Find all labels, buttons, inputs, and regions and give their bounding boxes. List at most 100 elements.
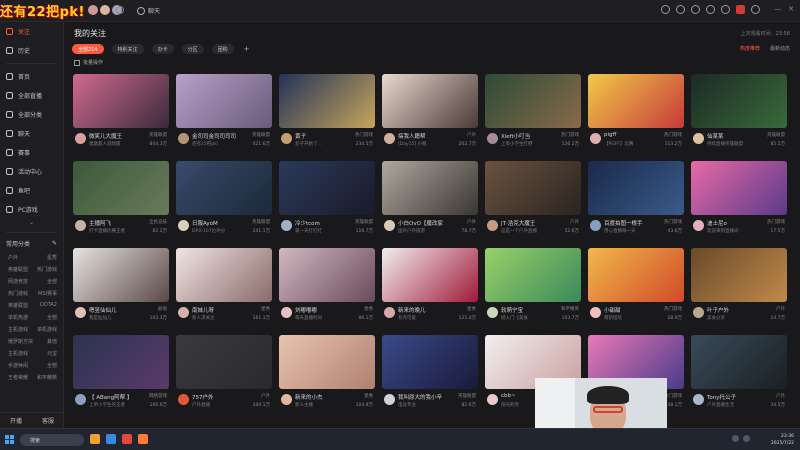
streamer-name[interactable]: 仙某某 [707,132,757,140]
streamer-name[interactable]: 嗯昱仙仙儿 [89,306,139,314]
stream-thumbnail[interactable] [588,161,684,215]
stream-card[interactable]: 主播阿飞 全民竞技 打卡直播比赛王者 82.2万 [73,161,169,242]
sort-hot[interactable]: 热度推荐 [740,45,760,52]
douyu-icon[interactable] [138,434,148,444]
streamer-avatar[interactable] [384,133,395,144]
stream-thumbnail[interactable] [176,335,272,389]
subcategory-item[interactable]: 王者荣耀 [8,374,28,381]
stream-card[interactable]: 小白OvO【魔改家 户外 国外户外旅游 78.7万 [382,161,478,242]
subcategory-item[interactable]: 主机游戏 [8,326,28,333]
stream-thumbnail[interactable] [279,161,375,215]
subcategory-item[interactable]: 单机热游 [8,314,28,321]
message-icon[interactable] [691,5,700,14]
taskbar-search[interactable]: 搜索 [20,434,84,446]
stream-card[interactable]: 软萌宁宝 和平精英 刚入门【美食 103.7万 [485,248,581,329]
streamer-avatar[interactable] [487,220,498,231]
subcategory-item[interactable]: 英雄联盟 [8,302,28,309]
settings-icon[interactable] [721,5,730,14]
gift-icon[interactable] [736,5,745,14]
filter-zone[interactable]: 分区 [181,44,204,54]
stream-card[interactable]: 我叫原大的我小辛 英雄联盟 电竞专业 82.6万 [382,335,478,416]
subcategory-item[interactable]: 星秀 [47,254,57,261]
streamer-avatar[interactable] [178,133,189,144]
edit-icon[interactable]: ✎ [52,240,57,247]
stream-thumbnail[interactable] [73,74,169,128]
subcategory-item[interactable]: 全部 [47,362,57,369]
subcategory-item[interactable]: 英雄联盟 [8,266,28,273]
chevron-down-icon[interactable]: ⌄ [0,219,63,229]
stream-card[interactable]: 搞我人籍帮 户外 [Day15] 小瓶 203.7万 [382,74,478,155]
stream-thumbnail[interactable] [176,161,272,215]
heart-icon[interactable] [676,5,685,14]
streamer-avatar[interactable] [178,307,189,318]
sidebar-item-history[interactable]: 历史 [0,41,63,60]
streamer-avatar[interactable] [693,307,704,318]
streamer-name[interactable]: 搞我人籍帮 [398,132,448,140]
streamer-name[interactable]: 【 ABang阿帮 】 [89,393,139,401]
streamer-avatar[interactable] [281,394,292,405]
stream-card[interactable]: 冷少tcom 英雄联盟 第一天打打打 119.7万 [279,161,375,242]
subcategory-item[interactable]: DOTA2 [40,302,57,308]
stream-thumbnail[interactable] [588,248,684,302]
streamer-name[interactable]: 我叫原大的我小辛 [398,393,448,401]
subcategory-item[interactable]: 元宝 [47,350,57,357]
streamer-name[interactable]: 微笑儿大魔王 [89,132,139,140]
stream-card[interactable]: 日服AyoM 英雄联盟 DRX-107位冲分 241.1万 [176,161,272,242]
filter-card[interactable]: 办卡 [151,44,174,54]
streamer-avatar[interactable] [75,307,86,318]
sidebar-item-all-categories[interactable]: 全部分类 [0,105,63,124]
stream-thumbnail[interactable] [176,74,272,128]
user-avatar-icon[interactable] [751,5,760,14]
streamer-name[interactable]: 金司司金司司司司 [192,132,242,140]
stream-thumbnail[interactable] [382,161,478,215]
browser-icon[interactable] [106,434,116,444]
sidebar-item-events[interactable]: 赛事 [0,143,63,162]
minimize-icon[interactable]: — [774,5,781,13]
stream-thumbnail[interactable] [485,248,581,302]
close-icon[interactable]: ✕ [788,5,794,13]
sort-latest[interactable]: 最新动态 [770,45,790,52]
sidebar-item-yuba[interactable]: 鱼吧 [0,181,63,200]
stream-thumbnail[interactable] [485,161,581,215]
stream-card[interactable]: JT·浩克大魔王 户外 这是一个户外直播 52.6万 [485,161,581,242]
streamer-avatar[interactable] [75,133,86,144]
stream-card[interactable]: 刘嘟嘟嘟 星秀 每天直播时间 86.1万 [279,248,375,329]
network-icon[interactable] [732,435,739,442]
sidebar-item-chat[interactable]: 聊天 [0,124,63,143]
stream-card[interactable]: 南妹儿呀 星秀 新人求关注 161.1万 [176,248,272,329]
streamer-name[interactable]: 小甜甜 [604,306,654,314]
streamer-name[interactable]: 百度拍图一根手 [604,219,654,227]
streamer-avatar[interactable] [281,133,292,144]
stream-card[interactable]: 新来的晚儿 星秀 有点可爱 125.0万 [382,248,478,329]
stream-card[interactable]: 叶子户外 户外 美食分享 14.7万 [691,248,787,329]
streamer-name[interactable]: 南妹儿呀 [192,306,242,314]
folder-icon[interactable] [90,434,100,444]
stream-thumbnail[interactable] [382,248,478,302]
sidebar-item-pc-games[interactable]: PC游戏 [0,200,63,219]
streamer-name[interactable]: 主播阿飞 [89,219,139,227]
stream-thumbnail[interactable] [691,248,787,302]
stream-card[interactable]: Xieft小叮当 热门游戏 上单小学生打野 126.2万 [485,74,581,155]
streamer-avatar[interactable] [693,133,704,144]
stream-thumbnail[interactable] [73,248,169,302]
streamer-avatar[interactable] [178,220,189,231]
stream-thumbnail[interactable] [279,335,375,389]
stream-card[interactable]: 微笑儿大魔王 英雄联盟 唱歌超人说唱版 844.3万 [73,74,169,155]
stream-thumbnail[interactable] [588,74,684,128]
streamer-avatar[interactable] [487,133,498,144]
streamer-name[interactable]: 迪士尼o [707,219,757,227]
subcategory-item[interactable]: 其他 [47,338,57,345]
support-button[interactable]: 客服 [42,416,54,425]
search-icon[interactable] [116,6,124,14]
go-live-button[interactable]: 开播 [10,416,22,425]
stream-card[interactable]: 仙某某 英雄联盟 持续直播英雄联盟 85.5万 [691,74,787,155]
streamer-avatar[interactable] [75,220,86,231]
stream-card[interactable]: 金司司金司司司司 英雄联盟 还有22把pk! 421.6万 [176,74,272,155]
streamer-avatar[interactable] [178,394,189,405]
add-filter-button[interactable]: + [242,44,252,54]
stream-thumbnail[interactable] [73,335,169,389]
streamer-name[interactable]: Xieft小叮当 [501,132,551,140]
streamer-name[interactable]: 软萌宁宝 [501,306,551,314]
stream-thumbnail[interactable] [73,161,169,215]
stream-card[interactable]: 嗯昱仙仙儿 颜值 我是仙仙儿 103.3万 [73,248,169,329]
